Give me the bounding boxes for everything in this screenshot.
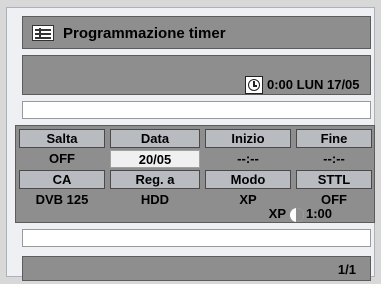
header-data: Data bbox=[110, 129, 200, 148]
skip-value[interactable]: OFF bbox=[19, 150, 105, 168]
channel-field[interactable]: DVB 125 bbox=[19, 191, 105, 209]
date-field[interactable]: 20/05 bbox=[110, 150, 200, 168]
header-inizio: Inizio bbox=[205, 129, 291, 148]
header-sttl: STTL bbox=[296, 170, 372, 189]
mode-info-duration: 1:00 bbox=[306, 206, 333, 221]
mode-info-label: XP bbox=[268, 206, 286, 221]
header-fine: Fine bbox=[296, 129, 372, 148]
header-modo: Modo bbox=[205, 170, 291, 189]
recording-duration-icon bbox=[290, 208, 304, 222]
start-time-field[interactable]: --:-- bbox=[205, 150, 291, 168]
header-salta: Salta bbox=[19, 129, 105, 148]
title-bar: Programmazione timer bbox=[22, 16, 371, 49]
header-reg-a: Reg. a bbox=[110, 170, 200, 189]
record-to-field[interactable]: HDD bbox=[110, 191, 200, 209]
page-bar: 1/1 bbox=[22, 256, 371, 281]
page-title: Programmazione timer bbox=[63, 25, 226, 42]
clock-icon bbox=[245, 76, 263, 94]
current-date: LUN 17/05 bbox=[296, 77, 360, 92]
empty-row-top bbox=[22, 101, 371, 119]
page-indicator: 1/1 bbox=[337, 262, 356, 277]
end-time-field[interactable]: --:-- bbox=[296, 150, 372, 168]
current-datetime: 0:00 LUN 17/05 bbox=[267, 77, 360, 92]
timer-list-icon bbox=[32, 25, 54, 41]
info-bar: 0:00 LUN 17/05 bbox=[22, 55, 371, 95]
timer-settings-grid: Salta Data Inizio Fine OFF 20/05 --:-- -… bbox=[15, 125, 375, 223]
current-time: 0:00 bbox=[267, 77, 294, 92]
header-ca: CA bbox=[19, 170, 105, 189]
empty-row-bottom bbox=[22, 229, 371, 247]
